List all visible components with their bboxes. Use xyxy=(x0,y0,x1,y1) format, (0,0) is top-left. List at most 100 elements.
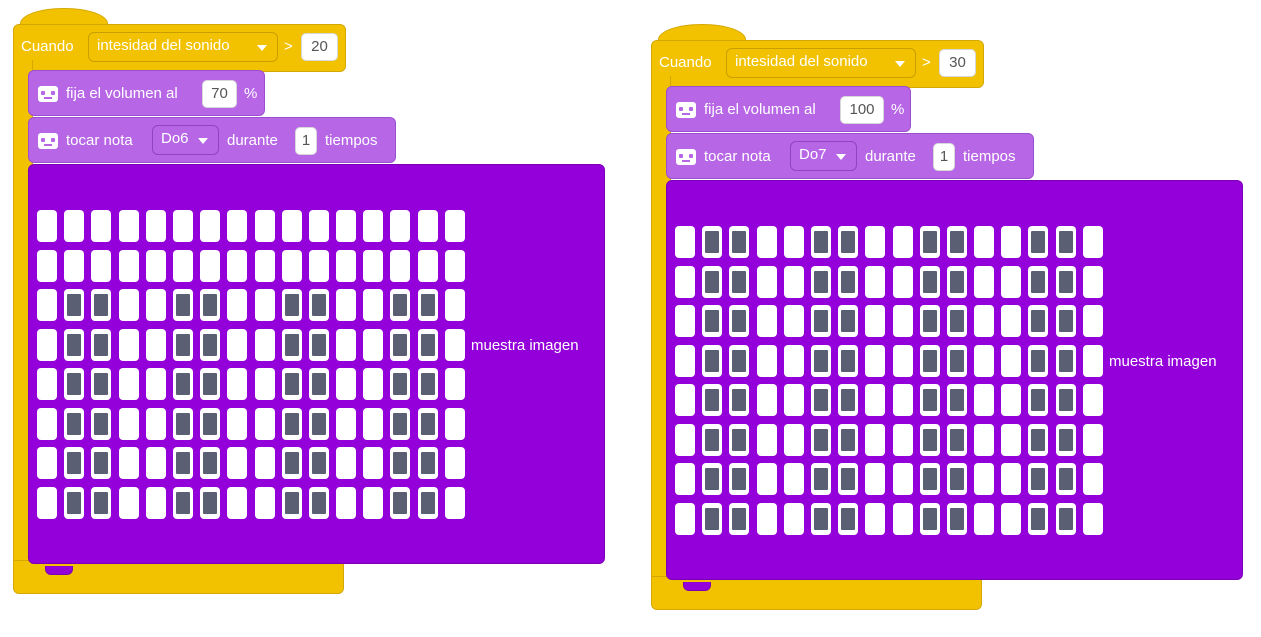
led-cell-on[interactable] xyxy=(417,486,438,519)
led-cell-on[interactable] xyxy=(308,407,329,440)
led-cell-on[interactable] xyxy=(172,407,193,440)
led-cell-off[interactable] xyxy=(254,249,275,282)
led-cell-off[interactable] xyxy=(37,407,57,440)
led-cell-off[interactable] xyxy=(974,226,995,258)
led-cell-on[interactable] xyxy=(946,344,967,377)
led-cell-off[interactable] xyxy=(892,423,913,456)
led-cell-on[interactable] xyxy=(172,289,193,321)
led-cell-on[interactable] xyxy=(417,328,438,361)
led-cell-on[interactable] xyxy=(729,344,750,377)
led-cell-off[interactable] xyxy=(892,265,913,298)
led-cell-off[interactable] xyxy=(756,463,777,495)
led-cell-off[interactable] xyxy=(675,423,695,456)
led-cell-off[interactable] xyxy=(974,305,995,337)
led-cell-off[interactable] xyxy=(145,368,166,400)
led-cell-on[interactable] xyxy=(308,486,329,519)
led-cell-off[interactable] xyxy=(37,368,57,400)
led-cell-on[interactable] xyxy=(64,486,85,519)
led-cell-off[interactable] xyxy=(675,344,695,377)
led-cell-on[interactable] xyxy=(919,344,940,377)
led-cell-on[interactable] xyxy=(1028,305,1049,337)
led-cell-off[interactable] xyxy=(227,210,248,242)
led-cell-off[interactable] xyxy=(756,423,777,456)
led-cell-off[interactable] xyxy=(675,502,695,535)
led-cell-off[interactable] xyxy=(308,249,329,282)
led-cell-off[interactable] xyxy=(892,344,913,377)
led-cell-off[interactable] xyxy=(783,384,804,416)
led-cell-on[interactable] xyxy=(838,502,859,535)
led-cell-on[interactable] xyxy=(1055,305,1076,337)
led-cell-off[interactable] xyxy=(91,210,112,242)
led-cell-on[interactable] xyxy=(729,423,750,456)
led-cell-off[interactable] xyxy=(783,305,804,337)
led-cell-off[interactable] xyxy=(756,344,777,377)
led-cell-off[interactable] xyxy=(254,368,275,400)
led-cell-off[interactable] xyxy=(37,447,57,479)
led-cell-on[interactable] xyxy=(1028,344,1049,377)
led-cell-off[interactable] xyxy=(1082,384,1103,416)
led-cell-on[interactable] xyxy=(91,368,112,400)
led-cell-off[interactable] xyxy=(1082,265,1103,298)
led-cell-on[interactable] xyxy=(91,289,112,321)
led-cell-on[interactable] xyxy=(390,407,411,440)
beats-input[interactable]: 1 xyxy=(933,143,955,171)
led-cell-on[interactable] xyxy=(64,328,85,361)
led-cell-on[interactable] xyxy=(64,368,85,400)
led-cell-off[interactable] xyxy=(783,502,804,535)
led-cell-on[interactable] xyxy=(91,407,112,440)
led-cell-off[interactable] xyxy=(363,486,384,519)
led-cell-off[interactable] xyxy=(336,368,357,400)
play-note-block[interactable]: tocar nota Do7 durante 1 tiempos xyxy=(666,133,1034,179)
led-cell-on[interactable] xyxy=(1055,384,1076,416)
led-cell-off[interactable] xyxy=(254,407,275,440)
led-cell-on[interactable] xyxy=(1028,226,1049,258)
led-cell-on[interactable] xyxy=(838,265,859,298)
led-cell-off[interactable] xyxy=(336,447,357,479)
led-cell-off[interactable] xyxy=(254,328,275,361)
led-cell-off[interactable] xyxy=(675,463,695,495)
led-cell-off[interactable] xyxy=(227,368,248,400)
led-cell-off[interactable] xyxy=(336,486,357,519)
led-cell-on[interactable] xyxy=(919,226,940,258)
led-cell-off[interactable] xyxy=(37,249,57,282)
led-cell-off[interactable] xyxy=(783,265,804,298)
led-cell-off[interactable] xyxy=(172,210,193,242)
led-cell-off[interactable] xyxy=(37,328,57,361)
led-cell-on[interactable] xyxy=(702,265,723,298)
led-cell-off[interactable] xyxy=(200,249,221,282)
led-cell-off[interactable] xyxy=(783,423,804,456)
led-cell-on[interactable] xyxy=(919,384,940,416)
led-matrix-editor[interactable] xyxy=(37,210,465,519)
led-cell-off[interactable] xyxy=(1001,423,1022,456)
led-cell-off[interactable] xyxy=(865,384,886,416)
led-cell-off[interactable] xyxy=(37,210,57,242)
led-cell-off[interactable] xyxy=(336,210,357,242)
led-cell-on[interactable] xyxy=(308,447,329,479)
led-cell-off[interactable] xyxy=(227,407,248,440)
volume-input[interactable]: 100 xyxy=(840,96,884,124)
led-cell-off[interactable] xyxy=(363,328,384,361)
led-cell-off[interactable] xyxy=(118,407,139,440)
led-cell-on[interactable] xyxy=(946,384,967,416)
led-cell-on[interactable] xyxy=(64,407,85,440)
led-cell-off[interactable] xyxy=(974,344,995,377)
led-cell-on[interactable] xyxy=(729,384,750,416)
led-cell-on[interactable] xyxy=(417,407,438,440)
led-cell-off[interactable] xyxy=(974,463,995,495)
led-cell-off[interactable] xyxy=(865,226,886,258)
led-matrix-editor[interactable] xyxy=(675,226,1103,535)
led-cell-on[interactable] xyxy=(1028,265,1049,298)
led-cell-on[interactable] xyxy=(1055,423,1076,456)
led-cell-off[interactable] xyxy=(281,249,302,282)
led-cell-off[interactable] xyxy=(783,344,804,377)
led-cell-off[interactable] xyxy=(254,486,275,519)
led-cell-on[interactable] xyxy=(1055,265,1076,298)
led-cell-off[interactable] xyxy=(892,502,913,535)
led-cell-on[interactable] xyxy=(1028,384,1049,416)
note-dropdown[interactable]: Do7 xyxy=(790,141,857,171)
led-cell-on[interactable] xyxy=(702,344,723,377)
led-cell-on[interactable] xyxy=(1055,502,1076,535)
led-cell-off[interactable] xyxy=(974,265,995,298)
led-cell-off[interactable] xyxy=(336,289,357,321)
led-cell-off[interactable] xyxy=(1082,305,1103,337)
